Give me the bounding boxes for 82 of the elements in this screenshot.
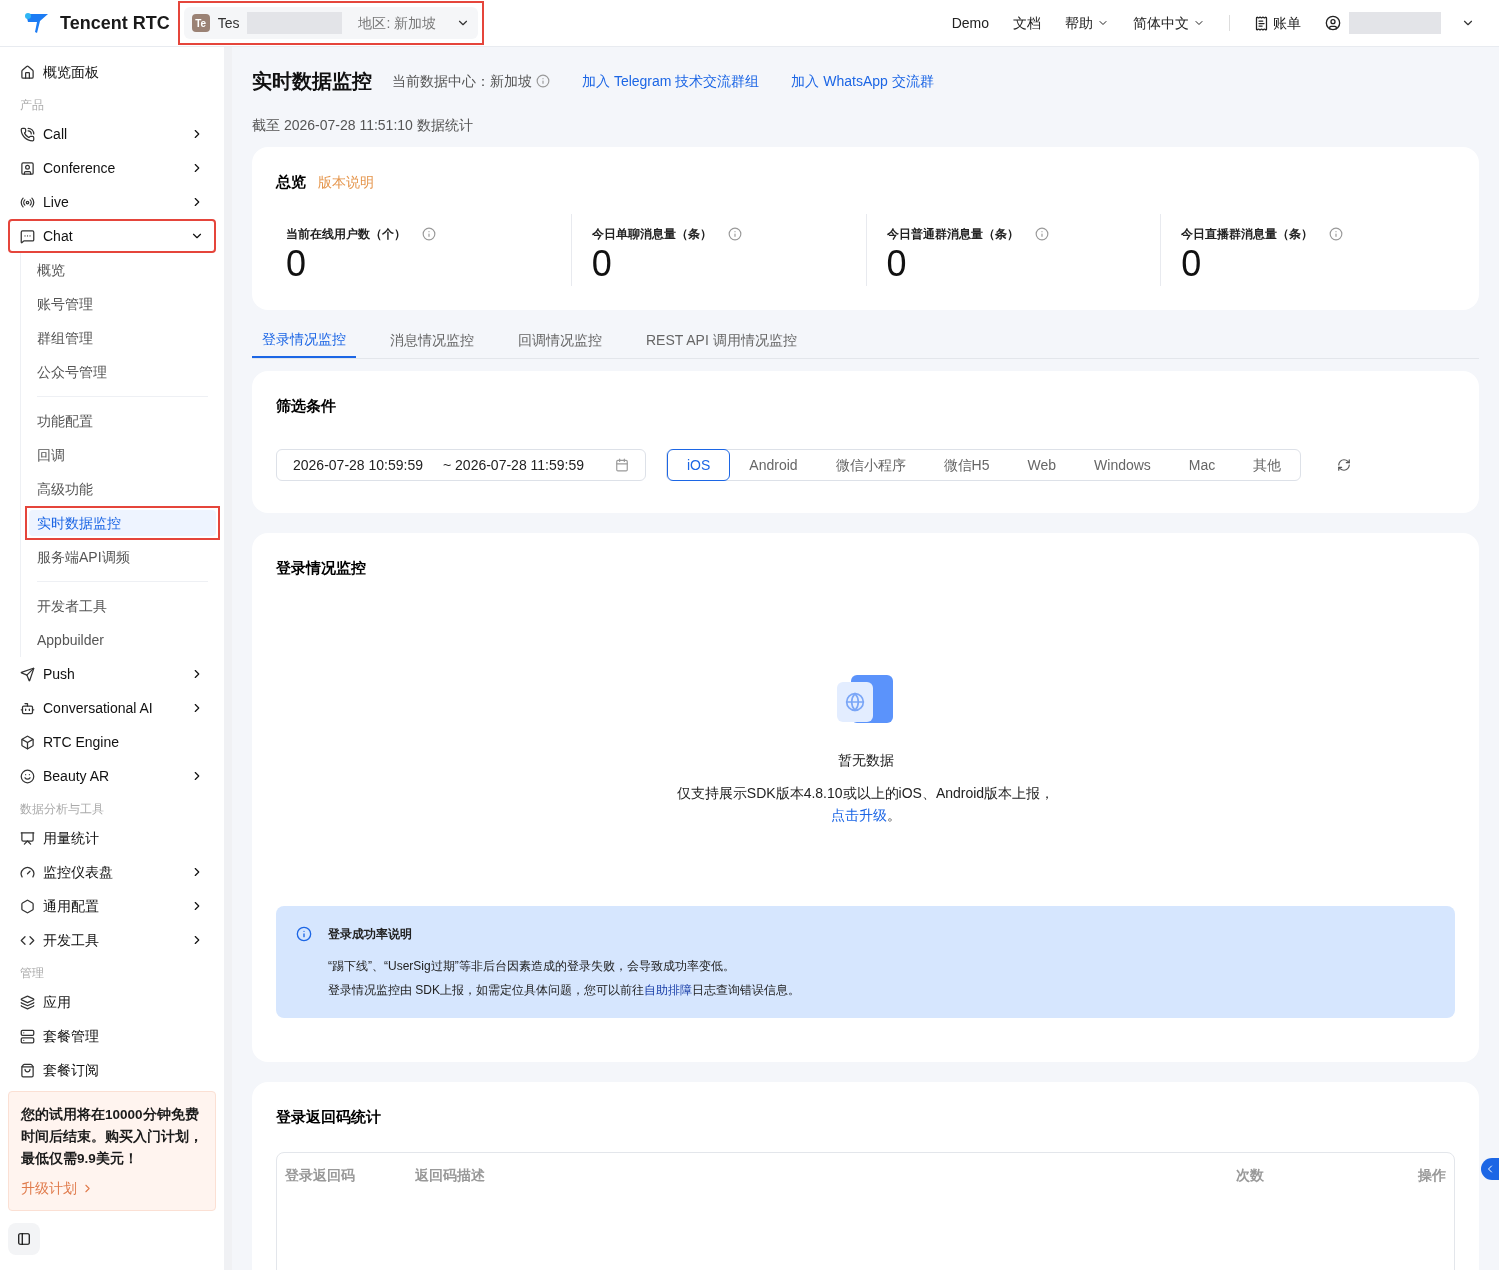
tab[interactable]: 登录情况监控 — [252, 321, 356, 358]
sidebar-item[interactable]: 套餐管理 — [10, 1021, 214, 1051]
stat-label: 今日直播群消息量（条） — [1181, 225, 1314, 242]
column-header: 登录返回码 — [285, 1166, 356, 1185]
stat-value: 0 — [286, 241, 308, 286]
nav-link[interactable]: 文档 — [1013, 13, 1041, 33]
submenu-item[interactable]: 高级功能 — [29, 476, 216, 502]
submenu-item[interactable]: Appbuilder — [29, 627, 216, 653]
tab[interactable]: REST API 调用情况监控 — [636, 321, 807, 358]
alert-text: 登录情况监控由 SDK上报，如需定位具体问题，您可以前往自助排障日志查询错误信息。 — [328, 981, 800, 998]
sidebar-item[interactable]: Call — [10, 119, 214, 149]
stat-value: 0 — [591, 241, 613, 286]
empty-state-title: 暂无数据 — [837, 750, 894, 770]
stat-label: 今日普通群消息量（条） — [886, 225, 1019, 242]
section-title: 登录返回码统计 — [276, 1106, 382, 1127]
submenu-item[interactable]: 服务端API调频 — [29, 544, 216, 570]
section-heading: 数据分析与工具 — [19, 801, 105, 818]
sidebar-item[interactable]: Push — [10, 659, 214, 689]
nav-link[interactable]: 帮助 — [1065, 13, 1109, 33]
submenu-item[interactable]: 功能配置 — [29, 408, 216, 434]
submenu-item[interactable]: 公众号管理 — [29, 359, 216, 385]
sidebar-item[interactable]: Chat — [10, 221, 214, 251]
trial-text: 您的试用将在10000分钟免费时间后结束。购买入门计划，最低仅需9.9美元！ — [21, 1106, 203, 1168]
sidebar-item[interactable]: 概览面板 — [10, 57, 214, 87]
community-link[interactable]: 加入 Telegram 技术交流群组 — [582, 71, 760, 91]
sidebar-item[interactable]: Conversational AI — [10, 693, 214, 723]
platform-option[interactable]: Android — [730, 449, 817, 481]
troubleshoot-link[interactable]: 自助排障 — [644, 982, 692, 997]
project-selector[interactable]: Te Tes 地区: 新加坡 — [183, 7, 479, 39]
section-title: 筛选条件 — [276, 395, 337, 416]
brand-name: Tencent RTC — [60, 11, 170, 35]
stat-label: 当前在线用户数（个） — [286, 225, 406, 242]
column-header: 返回码描述 — [415, 1166, 486, 1185]
submenu-item[interactable]: 账号管理 — [29, 291, 216, 317]
date-range-picker[interactable]: 2026-07-28 10:59:59 ~ 2026-07-28 11:59:59 — [276, 449, 646, 481]
tab[interactable]: 消息情况监控 — [380, 321, 484, 358]
platform-option[interactable]: Web — [1008, 449, 1076, 481]
column-header: 次数 — [1236, 1166, 1265, 1185]
platform-option[interactable]: 其他 — [1234, 449, 1301, 481]
region-label: 地区: 新加坡 — [358, 14, 437, 33]
platform-option[interactable]: Mac — [1169, 449, 1235, 481]
sidebar-item[interactable]: RTC Engine — [10, 727, 214, 757]
platform-option[interactable]: iOS — [667, 449, 731, 481]
sidebar-item[interactable]: 通用配置 — [10, 891, 214, 921]
alert-text: “踢下线”、“UserSig过期”等非后台因素造成的登录失败，会导致成功率变低。 — [328, 957, 736, 974]
community-link[interactable]: 加入 WhatsApp 交流群 — [791, 71, 934, 91]
project-name: Tes — [217, 14, 240, 33]
upgrade-link[interactable]: 点击升级 — [830, 806, 887, 823]
sidebar-item[interactable]: 开发工具 — [10, 925, 214, 955]
nav-link[interactable]: Demo — [951, 13, 989, 33]
submenu-item[interactable]: 回调 — [29, 442, 216, 468]
sidebar-item[interactable]: 用量统计 — [10, 823, 214, 853]
tab[interactable]: 回调情况监控 — [508, 321, 612, 358]
empty-state-note: 仅支持展示SDK版本4.8.10或以上的iOS、Android版本上报， 点击升级。 — [675, 783, 1056, 825]
section-heading: 管理 — [19, 965, 45, 982]
billing-link[interactable]: 账单 — [1254, 13, 1301, 33]
sidebar-item[interactable]: Live — [10, 187, 214, 217]
column-header: 操作 — [1417, 1166, 1446, 1185]
submenu-item[interactable]: 概览 — [29, 257, 216, 283]
stat-label: 今日单聊消息量（条） — [591, 225, 712, 242]
submenu-item[interactable]: 实时数据监控 — [29, 510, 216, 536]
alert-title: 登录成功率说明 — [328, 925, 413, 942]
section-heading: 产品 — [19, 97, 45, 114]
submenu-item[interactable]: 开发者工具 — [29, 593, 216, 619]
updated-time: 截至 2026-07-28 11:51:10 数据统计 — [252, 116, 474, 135]
sidebar-item[interactable]: Conference — [10, 153, 214, 183]
stat-value: 0 — [1181, 241, 1203, 286]
datacenter-label: 当前数据中心：新加坡 — [392, 72, 532, 91]
nav-link[interactable]: 简体中文 — [1133, 13, 1205, 33]
sidebar-item[interactable]: 应用 — [10, 987, 214, 1017]
stat-value: 0 — [886, 241, 908, 286]
platform-option[interactable]: 微信H5 — [924, 449, 1009, 481]
submenu-item[interactable]: 群组管理 — [29, 325, 216, 351]
sidebar-item[interactable]: 监控仪表盘 — [10, 857, 214, 887]
platform-option[interactable]: 微信小程序 — [816, 449, 925, 481]
sidebar-item[interactable]: 套餐订阅 — [10, 1055, 214, 1085]
sidebar-item[interactable]: Beauty AR — [10, 761, 214, 791]
project-badge: Te — [191, 14, 210, 32]
section-title: 登录情况监控 — [276, 558, 367, 578]
page-title: 实时数据监控 — [252, 69, 372, 94]
section-title: 总览 — [276, 172, 306, 192]
platform-option[interactable]: Windows — [1075, 449, 1170, 481]
